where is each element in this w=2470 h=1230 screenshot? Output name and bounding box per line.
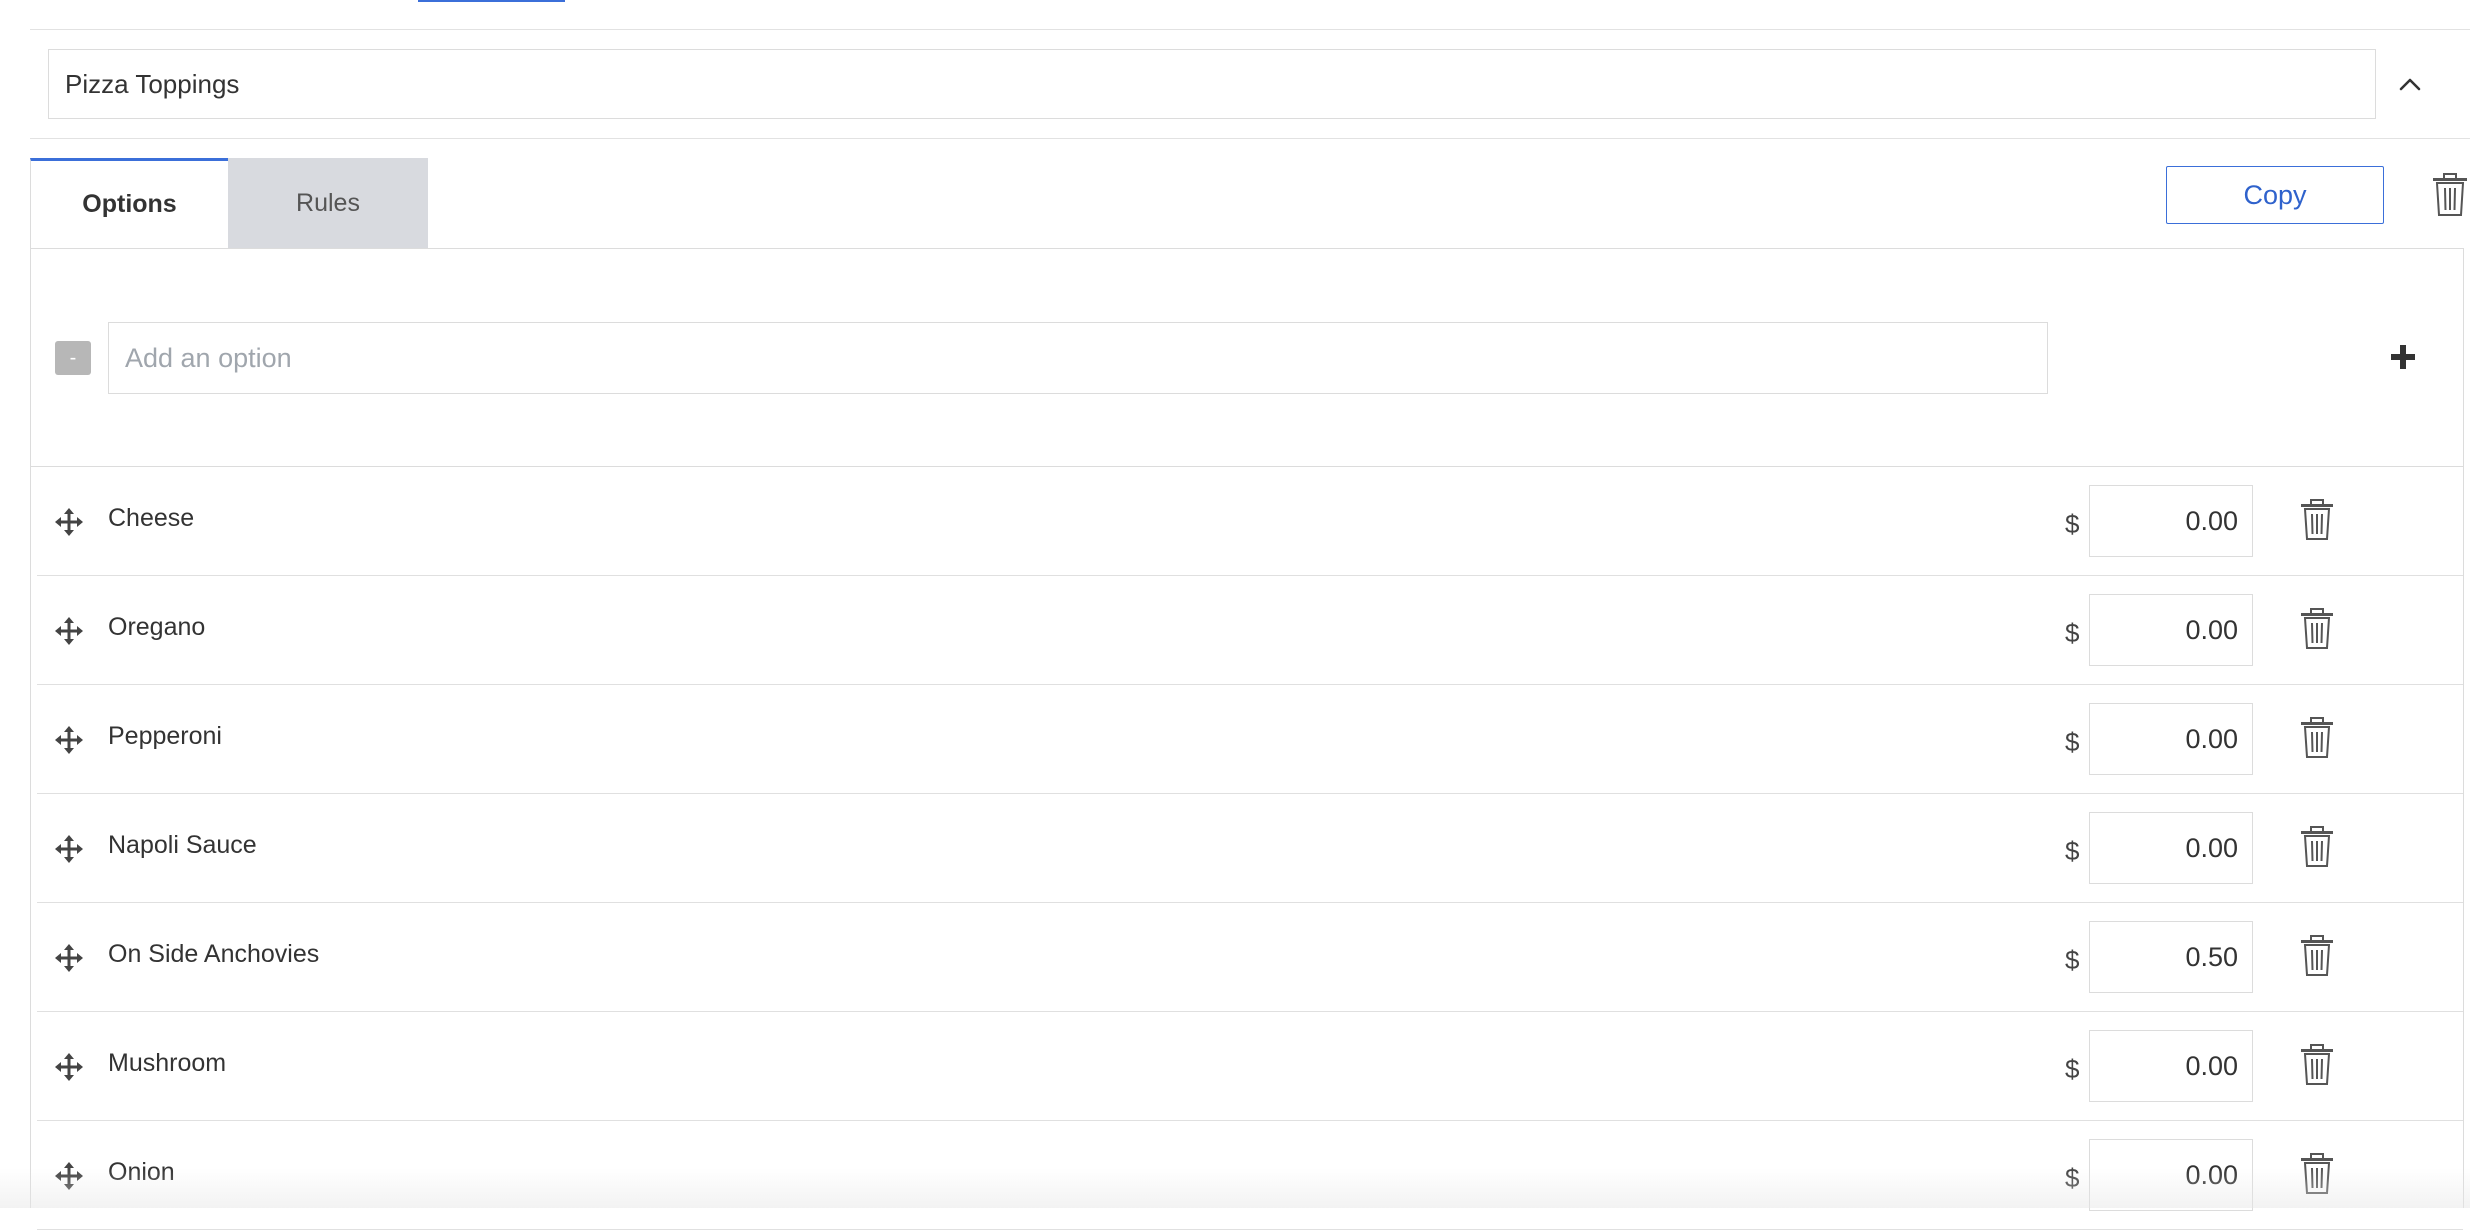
option-name: Cheese <box>108 504 195 532</box>
option-row: Onion $ <box>37 1121 2463 1230</box>
option-name: Oregano <box>108 613 206 641</box>
trash-icon[interactable] <box>2299 1044 2335 1086</box>
add-row-handle: - <box>55 341 91 375</box>
currency-symbol: $ <box>2065 1054 2080 1084</box>
currency-symbol: $ <box>2065 1163 2080 1193</box>
divider <box>30 29 2470 30</box>
currency-symbol: $ <box>2065 945 2080 975</box>
trash-icon[interactable] <box>2299 717 2335 759</box>
option-name: On Side Anchovies <box>108 940 320 968</box>
price-input[interactable] <box>2089 703 2253 775</box>
chevron-up-icon[interactable] <box>2390 64 2430 104</box>
move-icon[interactable] <box>55 835 83 863</box>
tab-options[interactable]: Options <box>30 158 228 248</box>
option-row: On Side Anchovies $ <box>37 903 2463 1012</box>
price-input[interactable] <box>2089 921 2253 993</box>
option-row: Napoli Sauce $ <box>37 794 2463 903</box>
option-name: Onion <box>108 1158 175 1186</box>
currency-symbol: $ <box>2065 836 2080 866</box>
divider <box>30 138 2470 139</box>
copy-button[interactable]: Copy <box>2166 166 2384 224</box>
plus-icon[interactable] <box>2383 337 2423 377</box>
trash-icon[interactable] <box>2299 499 2335 541</box>
trash-icon[interactable] <box>2299 608 2335 650</box>
option-name: Pepperoni <box>108 722 222 750</box>
price-input[interactable] <box>2089 1139 2253 1211</box>
currency-symbol: $ <box>2065 509 2080 539</box>
move-icon[interactable] <box>55 726 83 754</box>
trash-icon[interactable] <box>2430 172 2470 218</box>
price-input[interactable] <box>2089 812 2253 884</box>
active-section-indicator <box>418 0 565 2</box>
move-icon[interactable] <box>55 1053 83 1081</box>
add-option-row: - <box>31 249 2463 467</box>
trash-icon[interactable] <box>2299 1153 2335 1195</box>
option-row: Pepperoni $ <box>37 685 2463 794</box>
group-name-field-container <box>48 49 2376 119</box>
trash-icon[interactable] <box>2299 935 2335 977</box>
group-name-input[interactable] <box>49 50 2375 118</box>
tab-rules[interactable]: Rules <box>228 158 428 248</box>
option-row: Cheese $ <box>37 467 2463 576</box>
price-input[interactable] <box>2089 594 2253 666</box>
price-input[interactable] <box>2089 485 2253 557</box>
option-name: Napoli Sauce <box>108 831 257 859</box>
currency-symbol: $ <box>2065 727 2080 757</box>
move-icon[interactable] <box>55 1162 83 1190</box>
move-icon[interactable] <box>55 944 83 972</box>
option-tabs: Options Rules <box>30 158 428 248</box>
option-name: Mushroom <box>108 1049 227 1077</box>
trash-icon[interactable] <box>2299 826 2335 868</box>
price-input[interactable] <box>2089 1030 2253 1102</box>
currency-symbol: $ <box>2065 618 2080 648</box>
move-icon[interactable] <box>55 508 83 536</box>
move-icon[interactable] <box>55 617 83 645</box>
option-row: Mushroom $ <box>37 1012 2463 1121</box>
option-row: Oregano $ <box>37 576 2463 685</box>
add-option-input[interactable] <box>108 322 2048 394</box>
options-panel: - Cheese $ <box>30 248 2464 1230</box>
